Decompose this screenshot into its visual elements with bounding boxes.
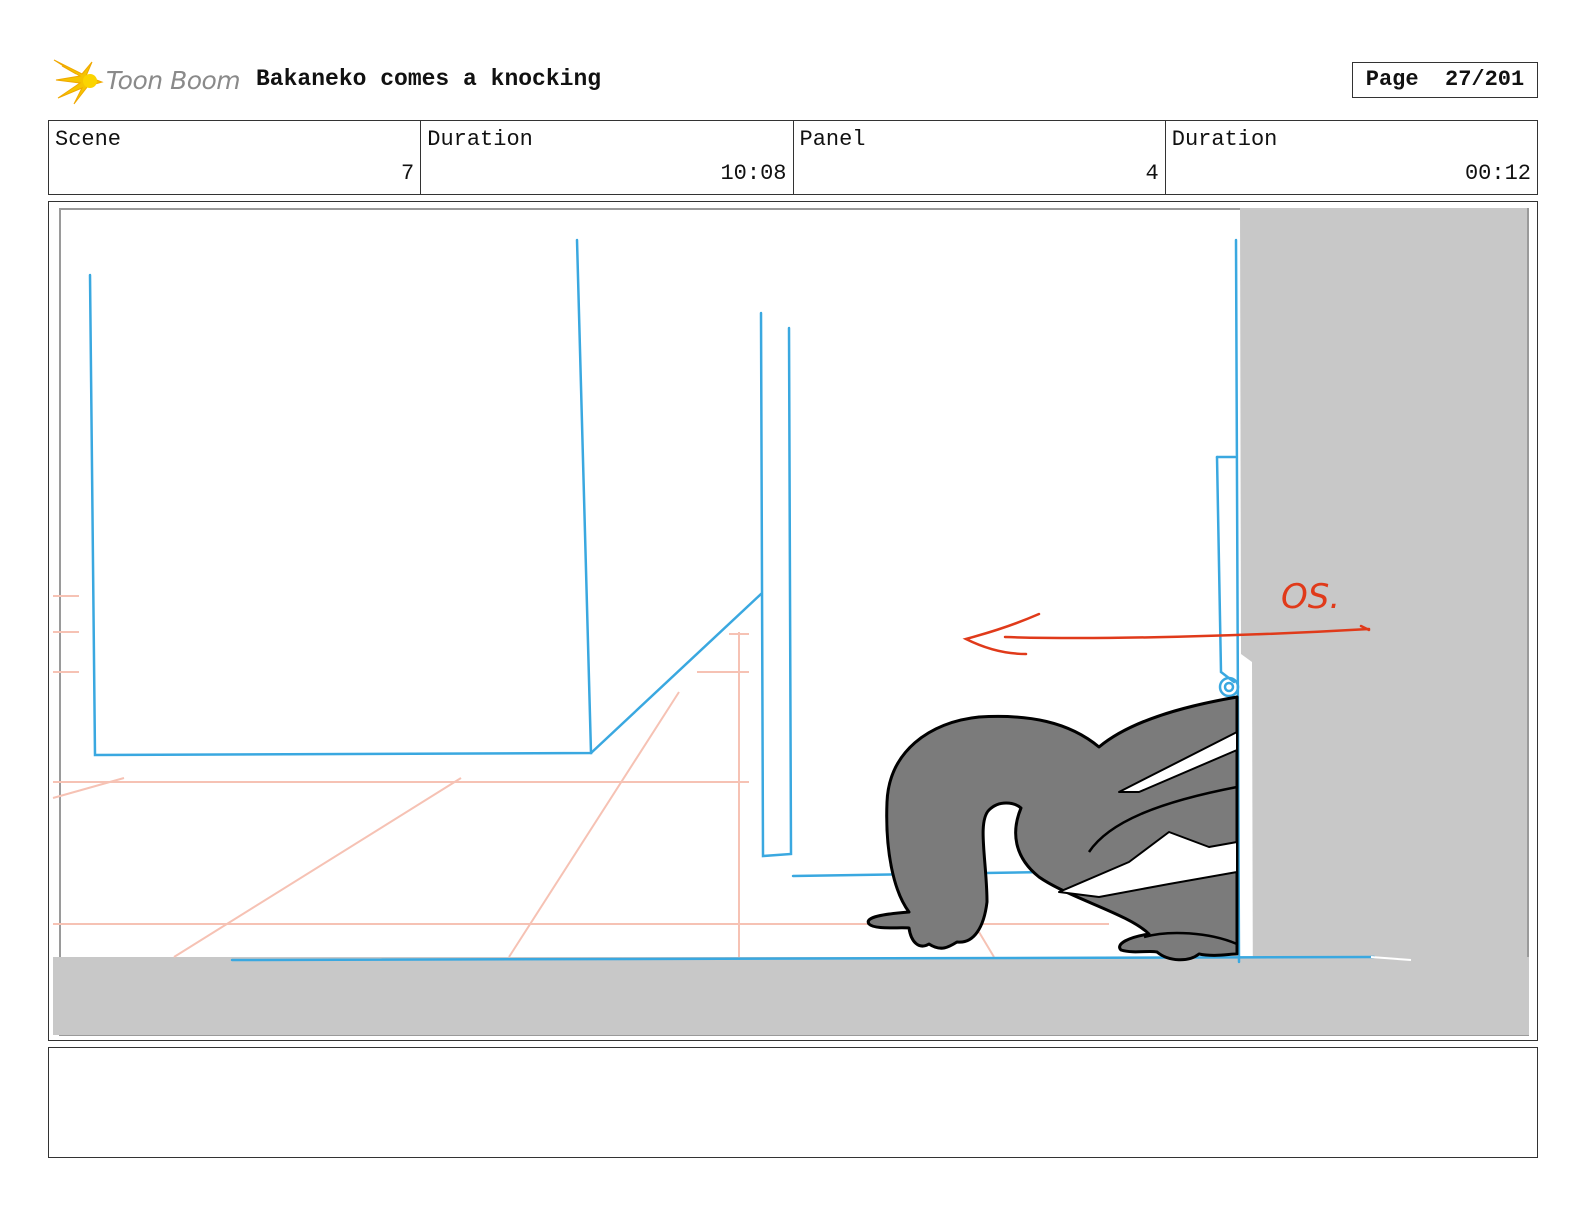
starburst-icon — [53, 59, 104, 105]
page-header: Toon Boom Bakaneko comes a knocking Page… — [48, 50, 1538, 112]
logo-text: Toon Boom — [106, 66, 241, 95]
scene-duration-cell: Duration 10:08 — [421, 121, 794, 194]
panel-value: 4 — [1145, 161, 1159, 186]
panel-duration-value: 00:12 — [1464, 161, 1531, 186]
page-number: 27/201 — [1445, 67, 1525, 92]
panel-duration-cell: Duration 00:12 — [1166, 121, 1537, 194]
panel-label: Panel — [799, 127, 866, 152]
panel-notes[interactable] — [48, 1047, 1538, 1158]
wall-shade — [1240, 208, 1527, 1035]
character-figure — [866, 695, 1239, 962]
storyboard-panel: OS. — [48, 201, 1538, 1041]
scene-value: 7 — [401, 161, 415, 186]
project-title: Bakaneko comes a knocking — [256, 66, 602, 92]
scene-info-table: Scene 7 Duration 10:08 Panel 4 Duration … — [48, 120, 1538, 195]
scene-duration-label: Duration — [427, 127, 533, 152]
panel-drawing: OS. — [52, 208, 1529, 1036]
page-indicator: Page 27/201 — [1352, 62, 1538, 98]
scene-cell: Scene 7 — [49, 121, 422, 194]
panel-cell: Panel 4 — [794, 121, 1166, 194]
panel-duration-label: Duration — [1171, 127, 1278, 152]
page-label: Page — [1365, 67, 1419, 92]
offscreen-annotation: OS. — [1281, 577, 1340, 617]
scene-duration-value: 10:08 — [720, 161, 787, 186]
scene-label: Scene — [55, 127, 122, 152]
toon-boom-logo: Toon Boom — [52, 56, 242, 106]
